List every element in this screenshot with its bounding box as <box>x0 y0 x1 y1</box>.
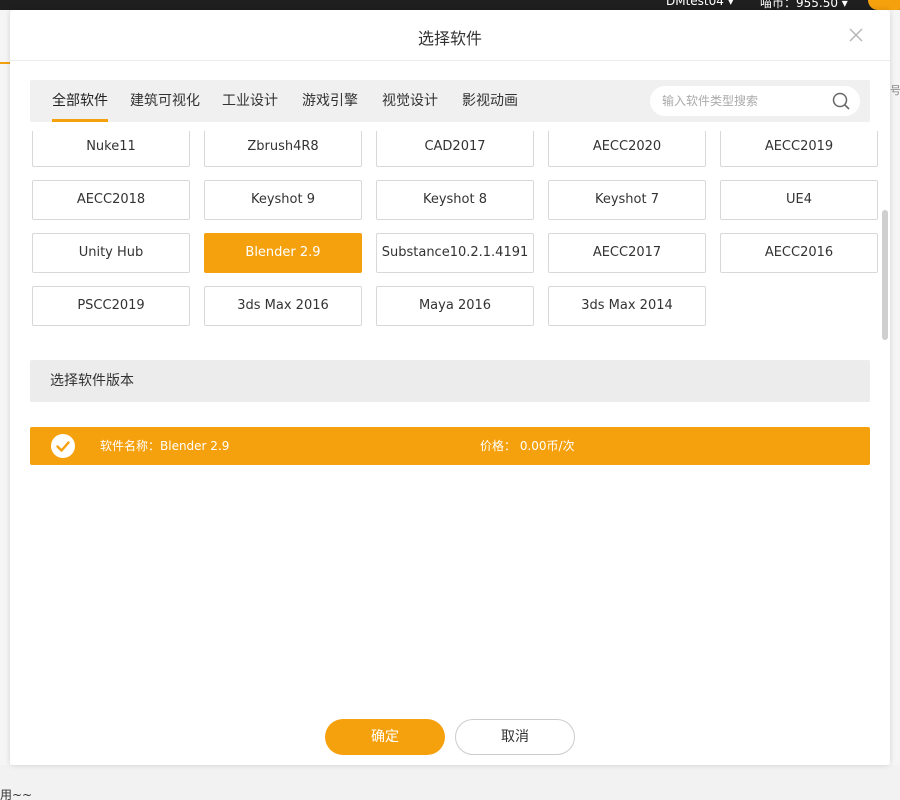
search-input[interactable] <box>662 86 822 116</box>
version-section-header: 选择软件版本 <box>30 360 870 402</box>
background-right-panel <box>890 10 900 765</box>
software-item-substance[interactable]: Substance10.2.1.4191 <box>376 233 534 273</box>
category-tabs: 全部软件 建筑可视化 工业设计 游戏引擎 视觉设计 影视动画 <box>30 80 870 122</box>
version-section-title: 选择软件版本 <box>50 373 134 389</box>
user-menu[interactable]: DMtest04 ▾ <box>666 0 734 8</box>
background-bottom-text: 用~~ <box>0 788 33 800</box>
software-item-nuke11[interactable]: Nuke11 <box>32 131 190 167</box>
search-icon[interactable] <box>832 92 850 110</box>
dialog-header: 选择软件 <box>10 10 890 61</box>
software-item-unity-hub[interactable]: Unity Hub <box>32 233 190 273</box>
version-software-name: 软件名称：Blender 2.9 <box>100 439 230 453</box>
software-item-blender-2-9[interactable]: Blender 2.9 <box>204 233 362 273</box>
dialog-title: 选择软件 <box>417 29 482 48</box>
software-item-zbrush4r8[interactable]: Zbrush4R8 <box>204 131 362 167</box>
software-item-ue4[interactable]: UE4 <box>720 180 878 220</box>
software-item-keyshot-8[interactable]: Keyshot 8 <box>376 180 534 220</box>
tab-all-software[interactable]: 全部软件 <box>52 80 108 122</box>
tab-architecture-visualization[interactable]: 建筑可视化 <box>130 80 200 122</box>
confirm-button[interactable]: 确定 <box>325 719 445 755</box>
software-item-pscc2019[interactable]: PSCC2019 <box>32 286 190 326</box>
select-software-dialog: 选择软件 全部软件 建筑可视化 工业设计 游戏引擎 视觉设计 影视动画 Nuke… <box>10 10 890 765</box>
cancel-button[interactable]: 取消 <box>455 719 575 755</box>
software-item-keyshot-7[interactable]: Keyshot 7 <box>548 180 706 220</box>
software-grid[interactable]: Nuke11 Zbrush4R8 CAD2017 AECC2020 AECC20… <box>30 131 885 336</box>
tab-industrial-design[interactable]: 工业设计 <box>222 80 278 122</box>
background-bottom-area <box>0 765 900 800</box>
tab-visual-design[interactable]: 视觉设计 <box>382 80 438 122</box>
software-item-aecc2020[interactable]: AECC2020 <box>548 131 706 167</box>
software-item-aecc2017[interactable]: AECC2017 <box>548 233 706 273</box>
version-price: 价格： 0.00币/次 <box>480 439 575 453</box>
tab-game-engine[interactable]: 游戏引擎 <box>302 80 358 122</box>
top-action-button[interactable] <box>868 0 900 10</box>
balance-menu[interactable]: 喵币：955.50 ▾ <box>760 0 848 10</box>
software-item-aecc2016[interactable]: AECC2016 <box>720 233 878 273</box>
app-top-bar: DMtest04 ▾ 喵币：955.50 ▾ <box>0 0 900 10</box>
close-button[interactable] <box>847 26 865 44</box>
software-item-keyshot-9[interactable]: Keyshot 9 <box>204 180 362 220</box>
tab-film-animation[interactable]: 影视动画 <box>462 80 518 122</box>
background-left-panel <box>0 10 10 765</box>
close-icon <box>849 28 863 42</box>
version-row-selected[interactable]: 软件名称：Blender 2.9 价格： 0.00币/次 <box>30 427 870 465</box>
background-accent-line <box>0 62 10 64</box>
check-circle-icon <box>51 434 75 458</box>
software-item-3ds-max-2016[interactable]: 3ds Max 2016 <box>204 286 362 326</box>
software-item-3ds-max-2014[interactable]: 3ds Max 2014 <box>548 286 706 326</box>
software-item-aecc2018[interactable]: AECC2018 <box>32 180 190 220</box>
software-item-maya-2016[interactable]: Maya 2016 <box>376 286 534 326</box>
software-item-cad2017[interactable]: CAD2017 <box>376 131 534 167</box>
software-grid-scrollbar[interactable] <box>882 210 888 340</box>
software-item-aecc2019[interactable]: AECC2019 <box>720 131 878 167</box>
search-box <box>650 86 860 116</box>
background-right-text: 号 <box>890 84 900 97</box>
